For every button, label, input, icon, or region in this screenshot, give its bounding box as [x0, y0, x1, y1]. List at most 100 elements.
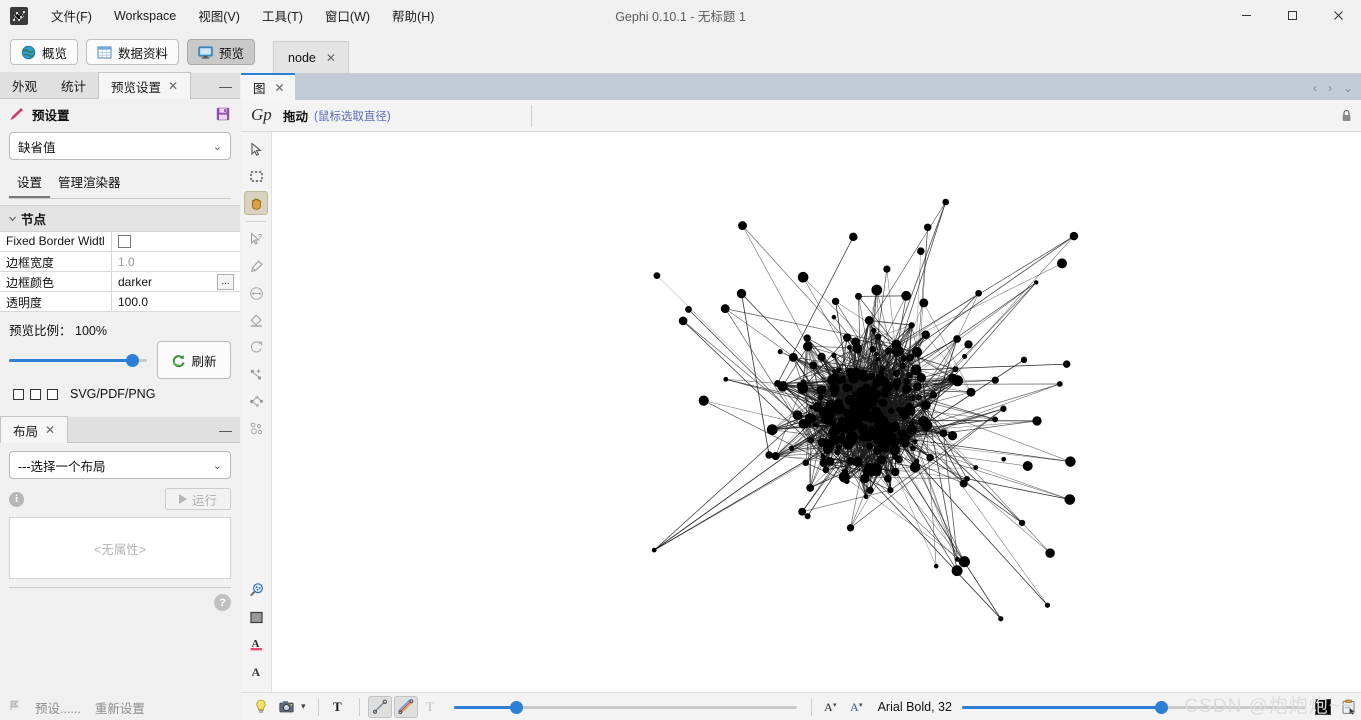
save-icon[interactable] [216, 107, 231, 122]
tab-appearance-label: 外观 [12, 79, 38, 94]
sub-tab-renderers[interactable]: 管理渲染器 [50, 168, 129, 198]
menu-help[interactable]: 帮助(H) [381, 1, 445, 30]
export-row: SVG/PDF/PNG [0, 379, 240, 411]
lightbulb-icon[interactable] [249, 696, 273, 718]
slider-knob[interactable] [510, 700, 524, 714]
data-laboratory-button[interactable]: 数据资料 [86, 39, 180, 65]
sub-tab-settings[interactable]: 设置 [9, 168, 51, 198]
close-button[interactable] [1315, 0, 1361, 31]
rectangle-select-tool[interactable] [244, 164, 268, 188]
window-controls [1223, 0, 1361, 31]
export-svg-box[interactable] [13, 388, 24, 400]
label-font-tool[interactable]: A [245, 659, 269, 683]
play-icon [178, 494, 187, 504]
cursor-tool[interactable] [244, 137, 268, 161]
heatmap-tool[interactable] [244, 416, 268, 440]
border-color-text: darker [118, 274, 153, 289]
node-labels-icon[interactable]: T [327, 696, 351, 718]
property-key: 边框颜色 [0, 272, 112, 291]
reset-footer-label[interactable]: 重新设置 [95, 698, 145, 717]
chevron-down-icon[interactable]: ⌄ [1343, 81, 1353, 95]
preset-footer-label[interactable]: 预设...... [35, 698, 81, 717]
property-row-border-color: 边框颜色 darker ... [0, 272, 240, 292]
camera-chevron-icon[interactable]: ▾ [301, 701, 306, 712]
edge-labels-icon[interactable]: T [420, 696, 444, 718]
minimize-button[interactable] [1223, 0, 1269, 31]
zoom-tool[interactable] [245, 578, 269, 602]
slider-knob[interactable] [1154, 700, 1168, 714]
svg-text:?: ? [258, 234, 262, 241]
close-icon[interactable]: ✕ [45, 423, 55, 437]
label-color-tool[interactable]: A [245, 632, 269, 656]
minimize-layout-panel-button[interactable]: — [219, 423, 232, 438]
lock-icon[interactable] [1341, 109, 1352, 125]
close-icon[interactable]: ✕ [275, 81, 285, 95]
font-decrease-icon[interactable]: A ▾ [820, 696, 844, 718]
brush-tool[interactable] [244, 254, 268, 278]
slider-knob[interactable] [126, 354, 140, 367]
graph-mode-label: 拖动 [283, 110, 309, 124]
shortest-path-tool[interactable] [244, 389, 268, 413]
svg-text:A: A [252, 665, 261, 679]
edge-thickness-slider[interactable] [453, 697, 797, 717]
preview-button[interactable]: 预览 [187, 39, 256, 65]
graph-panel: 图 ✕ ‹ › ⌄ Gp 拖动 (鼠标选取直径) ? A A ▾ T T A ▾… [241, 73, 1361, 720]
layout-panel: 布局 ✕ — ---选择一个布局 ⌄ i 运行 <无属性> ? [0, 416, 240, 611]
section-header-nodes[interactable]: 节点 [0, 205, 240, 232]
layout-select[interactable]: ---选择一个布局 ⌄ [9, 451, 231, 479]
border-width-input[interactable]: 1.0 [112, 252, 240, 271]
maximize-button[interactable] [1269, 0, 1315, 31]
border-color-picker-button[interactable]: ... [217, 273, 234, 290]
export-label[interactable]: SVG/PDF/PNG [70, 387, 155, 401]
nav-next-icon[interactable]: › [1328, 81, 1332, 95]
slider-fill [961, 705, 1161, 709]
opacity-input[interactable]: 100.0 [112, 292, 240, 311]
edge-color-icon[interactable] [393, 695, 418, 718]
tab-statistics[interactable]: 统计 [49, 72, 99, 98]
menu-file[interactable]: 文件(F) [40, 1, 103, 30]
preview-ratio-slider[interactable] [9, 350, 147, 370]
info-icon[interactable]: i [9, 491, 24, 507]
node-info-tool[interactable]: ? [244, 227, 268, 251]
export-pdf-box[interactable] [30, 388, 41, 400]
tab-graph-label: 图 [253, 82, 266, 96]
tab-preview-settings[interactable]: 预览设置 ✕ [98, 72, 192, 99]
border-color-value[interactable]: darker ... [112, 272, 240, 291]
run-layout-button[interactable]: 运行 [165, 488, 231, 510]
export-png-box[interactable] [47, 388, 58, 400]
preset-title: 预设置 [32, 109, 70, 123]
graph-canvas[interactable] [272, 132, 1361, 692]
close-icon[interactable]: ✕ [326, 51, 336, 65]
help-icon[interactable]: ? [214, 594, 231, 611]
edges-icon[interactable] [367, 695, 392, 718]
menu-tools[interactable]: 工具(T) [251, 1, 314, 30]
overview-button[interactable]: 概览 [10, 39, 79, 65]
camera-icon[interactable] [275, 696, 299, 718]
workspace-tab-node[interactable]: node ✕ [273, 41, 349, 73]
label-color-swatch[interactable] [1315, 698, 1332, 715]
size-tool[interactable] [244, 281, 268, 305]
tab-layout[interactable]: 布局 ✕ [0, 416, 69, 443]
paint-bucket-tool[interactable] [244, 308, 268, 332]
nav-prev-icon[interactable]: ‹ [1313, 81, 1317, 95]
preset-select-value: 缺省值 [18, 140, 56, 155]
background-color-tool[interactable] [245, 605, 269, 629]
attributes-icon[interactable] [1337, 696, 1361, 718]
font-size-slider[interactable] [961, 697, 1306, 717]
edge-create-tool[interactable] [244, 362, 268, 386]
menu-workspace[interactable]: Workspace [103, 4, 187, 28]
font-label[interactable]: Arial Bold, 32 [878, 700, 952, 714]
drag-hand-tool[interactable] [244, 191, 268, 215]
fixed-border-width-checkbox[interactable] [118, 235, 131, 248]
section-title-nodes: 节点 [21, 213, 47, 227]
menu-view[interactable]: 视图(V) [187, 1, 251, 30]
preset-select[interactable]: 缺省值 ⌄ [9, 132, 231, 160]
close-icon[interactable]: ✕ [168, 79, 178, 93]
tab-graph[interactable]: 图 ✕ [241, 73, 295, 100]
rotate-tool[interactable] [244, 335, 268, 359]
font-increase-icon[interactable]: A ▾ [846, 696, 870, 718]
minimize-panel-button[interactable]: — [219, 79, 232, 94]
tab-appearance[interactable]: 外观 [0, 72, 50, 98]
menu-window[interactable]: 窗口(W) [314, 1, 381, 30]
refresh-button[interactable]: 刷新 [157, 341, 231, 379]
